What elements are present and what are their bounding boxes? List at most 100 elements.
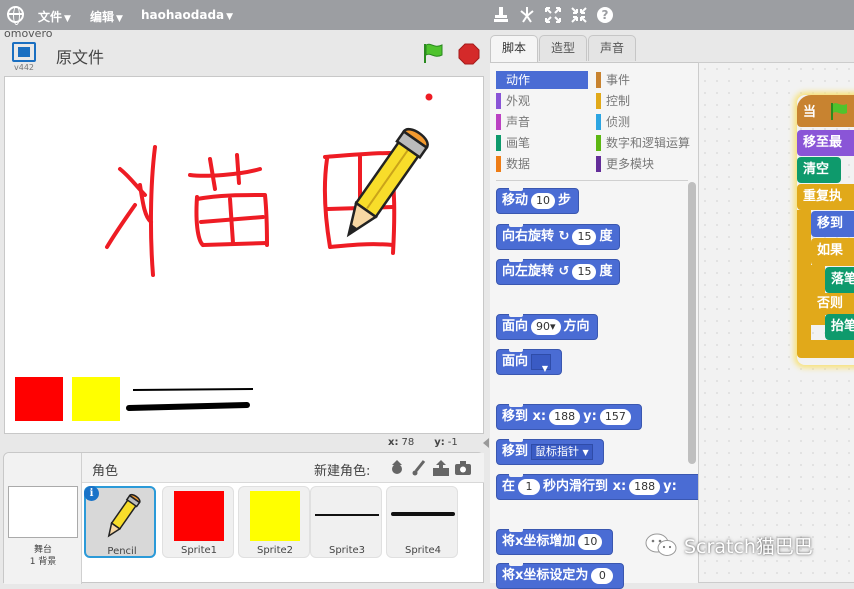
pencil-thumbnail — [107, 494, 141, 538]
degrees-input[interactable]: 15 — [572, 228, 597, 245]
scripts-area[interactable]: 当 移至最 清空 重复执 移到 如果 落笔 否则 抬笔 — [698, 62, 854, 583]
palette-divider — [496, 180, 688, 181]
version-label: v442 — [14, 63, 35, 72]
stage-header: v442 原文件 — [4, 36, 484, 76]
sprite4-thumbnail — [391, 512, 455, 516]
stamp-icon[interactable] — [492, 6, 510, 24]
stage-selector[interactable]: 舞台 1 背景 — [4, 453, 82, 584]
category-control[interactable]: 控制 — [596, 92, 692, 110]
caret-down-icon: ▼ — [226, 12, 234, 22]
wechat-icon — [645, 533, 677, 556]
else-label: 否则 — [811, 293, 854, 315]
sprite-name: Pencil — [107, 546, 137, 557]
paint-brush-icon[interactable] — [410, 459, 428, 477]
goto-xy-block[interactable]: 移到 x: 188 y: 157 — [496, 404, 642, 430]
sprite-tile-sprite1[interactable]: Sprite1 — [162, 486, 234, 558]
red-square-sprite[interactable] — [15, 377, 63, 421]
green-flag-icon — [831, 103, 847, 120]
towards-dropdown[interactable]: ▼ — [531, 353, 552, 373]
rotate-counterclockwise-icon: ↺ — [558, 264, 570, 279]
category-sound[interactable]: 声音 — [496, 113, 588, 131]
category-pen[interactable]: 画笔 — [496, 134, 588, 152]
category-data[interactable]: 数据 — [496, 155, 588, 173]
when-flag-clicked-block[interactable]: 当 — [797, 95, 854, 127]
choose-sprite-icon[interactable] — [388, 459, 406, 477]
sprite-name: Sprite2 — [256, 545, 294, 556]
if-else-block[interactable]: 如果 — [811, 238, 854, 266]
shrink-icon[interactable] — [570, 6, 588, 24]
help-icon[interactable]: ? — [597, 7, 613, 23]
sprite-tile-sprite2[interactable]: Sprite2 — [238, 486, 310, 558]
category-events[interactable]: 事件 — [596, 71, 692, 89]
fullscreen-icon[interactable] — [12, 42, 36, 62]
file-menu[interactable]: 文件 ▼ — [38, 8, 71, 25]
tab-scripts[interactable]: 脚本 — [490, 35, 538, 63]
turn-right-block[interactable]: 向右旋转 ↻ 15 度 — [496, 224, 621, 250]
set-x-input[interactable]: 0 — [591, 567, 614, 584]
tab-costumes[interactable]: 造型 — [539, 35, 587, 61]
category-motion[interactable]: 动作 — [496, 71, 588, 89]
y-input[interactable]: 157 — [599, 408, 631, 425]
camera-icon[interactable] — [454, 459, 472, 477]
globe-icon[interactable] — [7, 6, 24, 25]
yellow-square-sprite[interactable] — [72, 377, 120, 421]
pen-down-block[interactable]: 落笔 — [825, 267, 854, 293]
stage-thumbnail[interactable] — [8, 486, 78, 538]
seconds-input[interactable]: 1 — [518, 478, 541, 495]
cut-icon[interactable] — [518, 6, 536, 24]
turn-left-block[interactable]: 向左旋转 ↺ 15 度 — [496, 259, 621, 285]
sprite-panel: 舞台 1 背景 角色 新建角色: i Pencil Sprite1 Sprite… — [3, 452, 484, 584]
sprite-tile-sprite3[interactable]: Sprite3 — [310, 486, 382, 558]
goto-target-block[interactable]: 移到 鼠标指针 ▼ — [496, 439, 604, 465]
sprite-name: Sprite3 — [328, 545, 366, 556]
pen-up-block[interactable]: 抬笔 — [825, 314, 854, 340]
sprite-tile-sprite4[interactable]: Sprite4 — [386, 486, 458, 558]
grow-icon[interactable] — [544, 6, 562, 24]
target-dropdown[interactable]: 鼠标指针 ▼ — [531, 443, 593, 460]
glide-block[interactable]: 在 1 秒内滑行到 x: 188 y: — [496, 474, 699, 500]
stage-label: 舞台 — [33, 545, 52, 555]
point-in-direction-block[interactable]: 面向 90▾ 方向 — [496, 314, 598, 340]
sprite-name: Sprite1 — [180, 545, 218, 556]
dropdown-arrow-icon: ▼ — [541, 363, 549, 373]
sprites-header: 角色 新建角色: — [82, 453, 484, 483]
dropdown-arrow-icon: ▼ — [582, 447, 589, 457]
upload-icon[interactable] — [432, 459, 450, 477]
stop-icon[interactable] — [458, 43, 480, 65]
change-x-input[interactable]: 10 — [578, 533, 603, 550]
point-towards-block[interactable]: 面向 ▼ — [496, 349, 563, 375]
edit-menu[interactable]: 编辑 ▼ — [90, 8, 123, 25]
stage-canvas[interactable] — [4, 76, 484, 434]
category-more-blocks[interactable]: 更多模块 — [596, 155, 692, 173]
user-menu[interactable]: haohaodada ▼ — [141, 8, 233, 22]
sprite3-thumbnail — [315, 514, 379, 516]
forever-block[interactable]: 重复执 — [797, 184, 854, 210]
sprite2-thumbnail — [250, 491, 300, 541]
x-input[interactable]: 188 — [549, 408, 581, 425]
steps-input[interactable]: 10 — [531, 192, 556, 209]
collapse-arrow-icon[interactable] — [482, 437, 490, 449]
pencil-sprite[interactable] — [327, 123, 437, 251]
move-steps-block[interactable]: 移动 10 步 — [496, 188, 580, 214]
go-to-front-block[interactable]: 移至最 — [797, 130, 854, 156]
project-title[interactable]: 原文件 — [56, 44, 104, 68]
palette-scrollbar[interactable] — [688, 182, 696, 464]
tab-sounds[interactable]: 声音 — [588, 35, 636, 61]
change-x-block[interactable]: 将x坐标增加 10 — [496, 529, 614, 555]
forever-arm — [797, 210, 811, 340]
new-sprite-label: 新建角色: — [314, 464, 371, 479]
green-flag-icon[interactable] — [422, 42, 444, 64]
clear-block[interactable]: 清空 — [797, 157, 841, 183]
category-sensing[interactable]: 侦测 — [596, 113, 692, 131]
caret-down-icon: ▼ — [116, 14, 123, 24]
top-menu-bar: 文件 ▼ 编辑 ▼ haohaodada ▼ ? — [0, 0, 854, 30]
category-looks[interactable]: 外观 — [496, 92, 588, 110]
set-x-block[interactable]: 将x坐标设定为 0 — [496, 563, 625, 589]
direction-input[interactable]: 90▾ — [531, 318, 561, 335]
x-input[interactable]: 188 — [629, 478, 661, 495]
goto-block[interactable]: 移到 — [811, 211, 854, 237]
sprite-name: Sprite4 — [404, 545, 442, 556]
sprite-tile-pencil[interactable]: i Pencil — [84, 486, 156, 558]
category-operators[interactable]: 数字和逻辑运算 — [596, 134, 696, 152]
degrees-input[interactable]: 15 — [572, 263, 597, 280]
